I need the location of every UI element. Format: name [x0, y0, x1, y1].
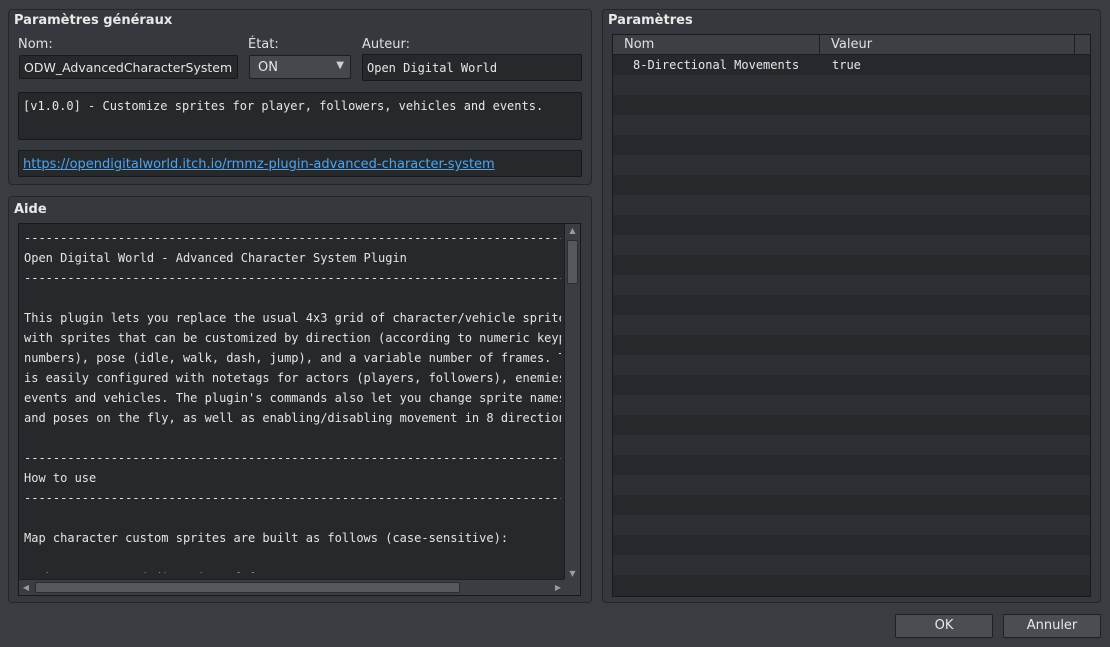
help-line: Map character custom sprites are built a…: [24, 531, 509, 545]
help-vertical-scrollbar[interactable]: ▲ ▼: [564, 224, 580, 581]
author-value: Open Digital World: [367, 61, 498, 75]
table-row: [613, 195, 1090, 215]
help-horizontal-scrollbar[interactable]: ◀ ▶: [19, 579, 565, 595]
help-line: ----------------------------------------…: [24, 271, 561, 285]
help-line: and poses on the fly, as well as enablin…: [24, 411, 561, 425]
table-row: [613, 75, 1090, 95]
help-title: Aide: [14, 202, 47, 217]
help-line: with sprites that can be customized by d…: [24, 331, 561, 345]
scroll-left-icon[interactable]: ◀: [19, 580, 33, 595]
name-value: ODW_AdvancedCharacterSystem: [24, 60, 233, 75]
help-line: ----------------------------------------…: [24, 491, 561, 505]
params-table: Nom Valeur 8-Directional Movements true: [612, 34, 1091, 597]
table-row: [613, 255, 1090, 275]
table-row: [613, 115, 1090, 135]
table-row: [613, 295, 1090, 315]
table-row: [613, 375, 1090, 395]
help-line: <base>_<pose>_d<direction>_f<frames>.png: [24, 568, 561, 573]
help-line: [24, 548, 561, 568]
cancel-button[interactable]: Annuler: [1003, 614, 1101, 638]
table-row: [613, 495, 1090, 515]
help-panel: Aide -----------------------------------…: [8, 196, 592, 603]
help-text: ----------------------------------------…: [24, 228, 561, 573]
description-text: [v1.0.0] - Customize sprites for player,…: [23, 99, 544, 113]
state-value: ON: [258, 60, 278, 75]
param-value: true: [832, 58, 861, 72]
table-row: [613, 415, 1090, 435]
table-row: [613, 475, 1090, 495]
table-row: [613, 395, 1090, 415]
params-panel: Paramètres Nom Valeur 8-Directional Move…: [602, 9, 1101, 603]
help-line: is easily configured with notetags for a…: [24, 371, 561, 385]
table-row: [613, 515, 1090, 535]
params-table-body: 8-Directional Movements true: [613, 55, 1090, 595]
help-line: ----------------------------------------…: [24, 451, 561, 465]
ok-button[interactable]: OK: [895, 614, 993, 638]
help-line: [24, 288, 561, 308]
help-line: ----------------------------------------…: [24, 231, 561, 245]
description-field[interactable]: [v1.0.0] - Customize sprites for player,…: [18, 92, 582, 140]
table-row: [613, 535, 1090, 555]
scrollbar-corner: [564, 579, 580, 595]
table-row: [613, 235, 1090, 255]
params-title: Paramètres: [608, 13, 693, 28]
state-label: État:: [248, 37, 279, 52]
general-params-title: Paramètres généraux: [14, 13, 173, 28]
help-text-area[interactable]: ----------------------------------------…: [18, 223, 581, 596]
state-select[interactable]: ON ▼: [249, 55, 351, 79]
help-line: How to use: [24, 471, 97, 485]
general-params-panel: Paramètres généraux Nom: ODW_AdvancedCha…: [8, 9, 592, 185]
name-field[interactable]: ODW_AdvancedCharacterSystem ···: [19, 55, 238, 79]
scroll-thumb[interactable]: [567, 240, 578, 284]
table-row: [613, 215, 1090, 235]
table-row: [613, 275, 1090, 295]
params-table-header: Nom Valeur: [613, 35, 1090, 55]
plugin-url-link[interactable]: https://opendigitalworld.itch.io/rmmz-pl…: [23, 157, 495, 172]
table-row: [613, 555, 1090, 575]
table-row: [613, 315, 1090, 335]
help-line: numbers), pose (idle, walk, dash, jump),…: [24, 351, 561, 365]
help-line: Open Digital World - Advanced Character …: [24, 251, 407, 265]
help-line: [24, 508, 561, 528]
col-header-name[interactable]: Nom: [613, 35, 820, 55]
table-row: [613, 575, 1090, 595]
table-row: [613, 155, 1090, 175]
table-row: [613, 175, 1090, 195]
table-row: [613, 95, 1090, 115]
table-row[interactable]: 8-Directional Movements true: [613, 55, 1090, 75]
name-label: Nom:: [18, 37, 53, 52]
table-row: [613, 335, 1090, 355]
scroll-up-icon[interactable]: ▲: [565, 224, 580, 238]
col-header-value[interactable]: Valeur: [820, 35, 1075, 55]
url-field: https://opendigitalworld.itch.io/rmmz-pl…: [18, 150, 582, 177]
scroll-right-icon[interactable]: ▶: [551, 580, 565, 595]
table-row: [613, 135, 1090, 155]
table-row: [613, 435, 1090, 455]
chevron-down-icon: ▼: [336, 60, 344, 71]
author-field[interactable]: Open Digital World: [362, 54, 582, 81]
author-label: Auteur:: [362, 37, 410, 52]
table-row: [613, 355, 1090, 375]
param-name: 8-Directional Movements: [633, 58, 800, 72]
help-line: [24, 428, 561, 448]
help-line: events and vehicles. The plugin's comman…: [24, 391, 561, 405]
hscroll-thumb[interactable]: [35, 582, 460, 593]
help-line: This plugin lets you replace the usual 4…: [24, 311, 561, 325]
table-row: [613, 455, 1090, 475]
